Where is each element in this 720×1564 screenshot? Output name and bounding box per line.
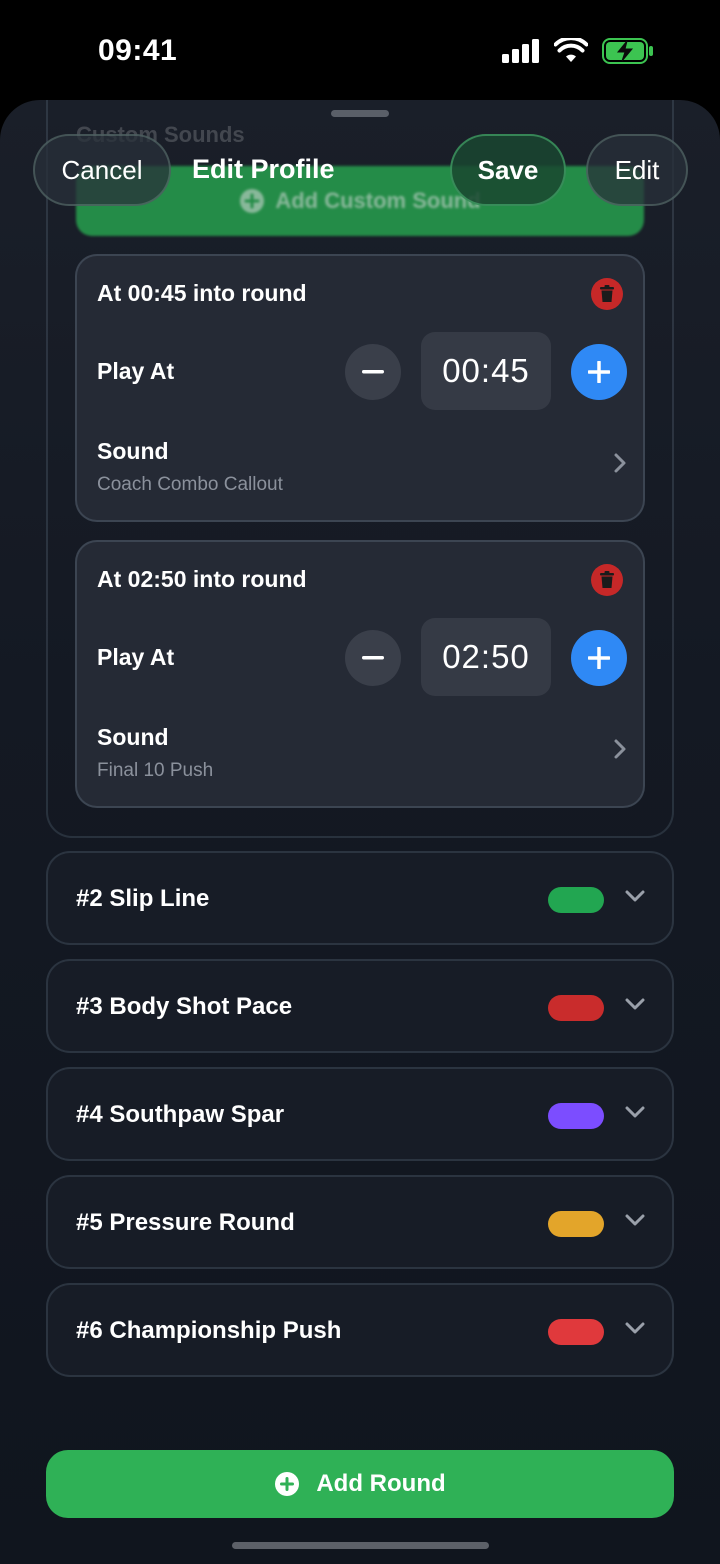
sound-row-label[interactable]: Sound [97,724,169,751]
chevron-down-icon[interactable] [624,1105,646,1119]
minus-icon [362,656,384,660]
battery-charging-icon [602,38,653,64]
trash-icon [600,285,614,302]
save-button[interactable]: Save [450,134,566,206]
chevron-right-icon[interactable] [613,452,627,474]
increment-time-button[interactable] [571,344,627,400]
edit-profile-sheet: Custom Sounds Add Custom Sound Cancel Ed… [0,100,720,1564]
plus-icon [588,647,610,669]
chevron-down-icon[interactable] [624,889,646,903]
round-row[interactable]: #3 Body Shot Pace [46,959,674,1053]
increment-time-button[interactable] [571,630,627,686]
plus-icon [588,361,610,383]
cancel-button[interactable]: Cancel [33,134,171,206]
round-row[interactable]: #6 Championship Push [46,1283,674,1377]
round-label: #2 Slip Line [76,885,210,912]
round-color-swatch [548,1103,604,1129]
cue-title: At 02:50 into round [97,566,307,592]
play-at-label: Play At [97,358,175,384]
round-label: #4 Southpaw Spar [76,1101,285,1128]
round-row[interactable]: #5 Pressure Round [46,1175,674,1269]
chevron-right-icon[interactable] [613,738,627,760]
cellular-signal-icon [502,39,539,63]
status-bar: 09:41 [0,0,720,100]
round-color-swatch [548,887,604,913]
status-icons [502,38,654,64]
minus-icon [362,370,384,374]
sound-cue-card: At 02:50 into round Play At 02:50 Sound … [75,540,645,808]
round-color-swatch [548,995,604,1021]
play-at-time-value[interactable]: 00:45 [421,332,551,410]
delete-cue-button[interactable] [591,278,623,310]
trash-icon [600,571,614,588]
page-title: Edit Profile [192,154,335,184]
play-at-time-value[interactable]: 02:50 [421,618,551,696]
round-row[interactable]: #4 Southpaw Spar [46,1067,674,1161]
navigation-bar: Cancel Edit Profile Save Edit [0,134,720,206]
sound-row-value: Coach Combo Callout [97,474,283,495]
cue-title: At 00:45 into round [97,280,307,306]
delete-cue-button[interactable] [591,564,623,596]
edit-button[interactable]: Edit [586,134,688,206]
round-label: #5 Pressure Round [76,1209,295,1236]
chevron-down-icon[interactable] [624,1321,646,1335]
add-round-button[interactable]: Add Round [46,1450,674,1518]
round-color-swatch [548,1211,604,1237]
add-round-label: Add Round [316,1470,446,1497]
wifi-icon [554,38,588,62]
round-label: #6 Championship Push [76,1317,342,1344]
sound-row-label[interactable]: Sound [97,438,169,465]
play-at-label: Play At [97,644,175,670]
decrement-time-button[interactable] [345,630,401,686]
round-label: #3 Body Shot Pace [76,993,293,1020]
sound-cue-card: At 00:45 into round Play At 00:45 Sound … [75,254,645,522]
sound-row-value: Final 10 Push [97,760,214,781]
home-indicator [232,1542,489,1549]
round-row[interactable]: #2 Slip Line [46,851,674,945]
chevron-down-icon[interactable] [624,1213,646,1227]
status-time: 09:41 [98,34,178,67]
plus-circle-icon [275,1472,300,1496]
decrement-time-button[interactable] [345,344,401,400]
round-color-swatch [548,1319,604,1345]
chevron-down-icon[interactable] [624,997,646,1011]
